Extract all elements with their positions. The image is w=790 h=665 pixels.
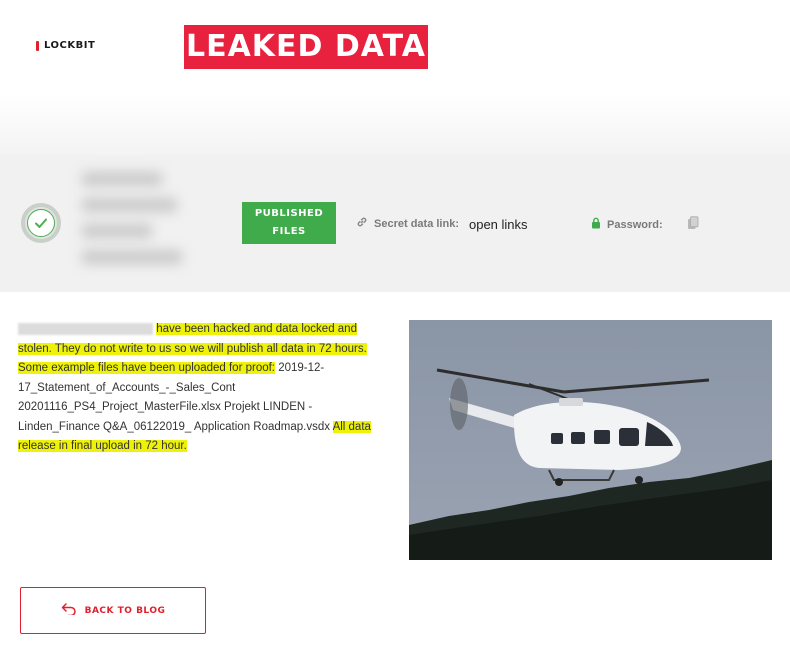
link-icon	[356, 215, 368, 233]
status-check-badge	[21, 203, 61, 243]
page-banner-title: LEAKED DATA	[184, 25, 428, 69]
copy-icon[interactable]	[687, 216, 699, 235]
secret-data-link: Secret data link: open links	[356, 215, 528, 233]
lock-icon	[591, 216, 601, 234]
lockbit-logo[interactable]: LOCKBIT	[36, 40, 95, 51]
victim-photo	[409, 320, 772, 560]
password-label: Password:	[607, 219, 663, 231]
logo-text: LOCKBIT	[44, 40, 96, 51]
back-arrow-icon	[61, 602, 77, 620]
check-icon	[27, 209, 55, 237]
secret-link-value[interactable]: open links	[469, 217, 528, 232]
password-field: Password:	[591, 216, 663, 234]
published-files-badge[interactable]: PUBLISHED FILES	[242, 202, 336, 244]
redacted-victim-name	[82, 172, 212, 267]
badge-line-1: PUBLISHED	[254, 208, 324, 219]
logo-mark-icon	[36, 40, 39, 51]
back-to-blog-button[interactable]: BACK TO BLOG	[20, 587, 206, 634]
back-to-blog-label: BACK TO BLOG	[84, 605, 166, 616]
header-gradient	[0, 95, 790, 155]
secret-link-label: Secret data link:	[374, 218, 459, 230]
badge-line-2: FILES	[272, 226, 306, 237]
redacted-company-name	[18, 322, 153, 335]
leak-description: have been hacked and data locked and sto…	[18, 320, 378, 457]
